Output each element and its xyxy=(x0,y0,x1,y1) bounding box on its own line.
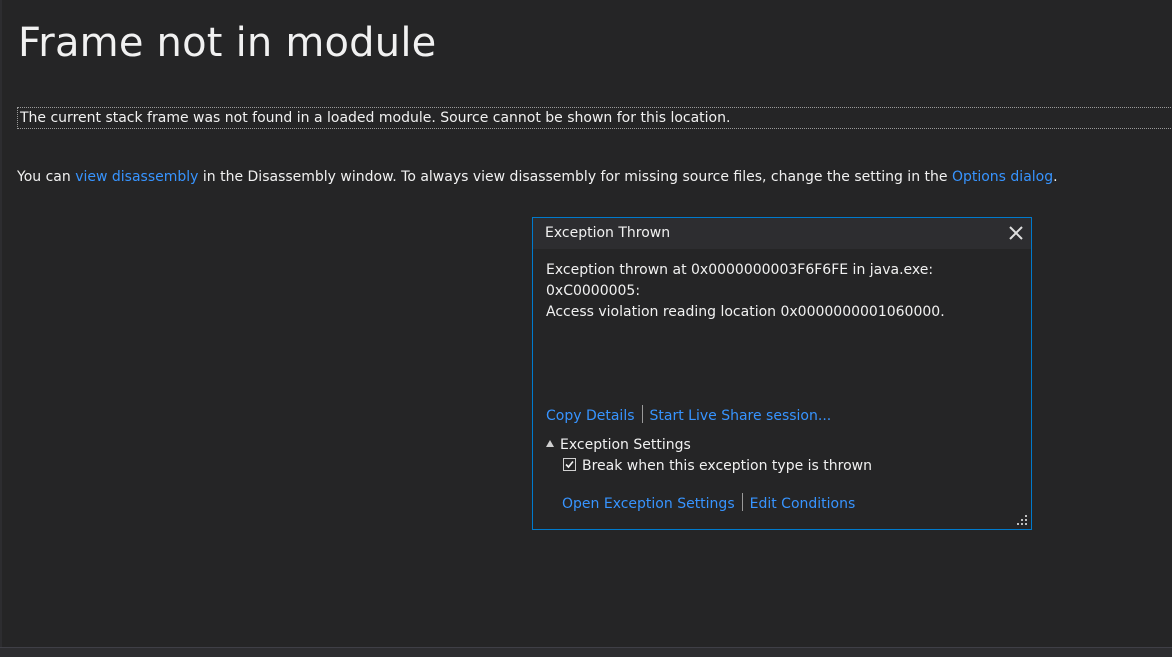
break-when-thrown-label: Break when this exception type is thrown xyxy=(582,458,872,474)
action-separator xyxy=(641,405,643,423)
exception-message-line1: Exception thrown at 0x0000000003F6F6FE i… xyxy=(546,262,934,299)
exception-message: Exception thrown at 0x0000000003F6F6FE i… xyxy=(546,260,1016,323)
left-border xyxy=(0,0,2,657)
exception-settings-label: Exception Settings xyxy=(560,437,691,453)
disassembly-hint: You can view disassembly in the Disassem… xyxy=(17,167,1058,187)
checkmark-icon xyxy=(565,460,574,468)
copy-details-link[interactable]: Copy Details xyxy=(546,408,635,424)
hint-suffix: . xyxy=(1053,169,1058,185)
bottom-border xyxy=(0,647,1172,657)
resize-grip-icon[interactable] xyxy=(1015,513,1029,527)
page-title: Frame not in module xyxy=(18,20,437,66)
exception-message-line2: Access violation reading location 0x0000… xyxy=(546,304,945,320)
dialog-title: Exception Thrown xyxy=(545,225,671,241)
frame-message: The current stack frame was not found in… xyxy=(17,107,1172,129)
settings-links: Open Exception Settings Edit Conditions xyxy=(562,493,856,514)
dialog-actions: Copy Details Start Live Share session... xyxy=(546,405,832,426)
hint-prefix: You can xyxy=(17,169,76,185)
view-disassembly-link[interactable]: view disassembly xyxy=(75,169,198,185)
close-button[interactable] xyxy=(1005,222,1027,244)
options-dialog-link[interactable]: Options dialog xyxy=(952,169,1053,185)
dialog-header: Exception Thrown xyxy=(533,218,1031,249)
break-when-thrown-checkbox[interactable] xyxy=(563,457,576,471)
collapse-triangle-icon xyxy=(546,440,554,447)
exception-settings-toggle[interactable]: Exception Settings xyxy=(546,435,691,455)
live-share-link[interactable]: Start Live Share session... xyxy=(650,408,832,424)
close-icon xyxy=(1009,226,1023,240)
edit-conditions-link[interactable]: Edit Conditions xyxy=(750,496,856,512)
open-exception-settings-link[interactable]: Open Exception Settings xyxy=(562,496,735,512)
hint-middle: in the Disassembly window. To always vie… xyxy=(198,169,952,185)
break-when-thrown-row: Break when this exception type is thrown xyxy=(563,456,872,476)
settings-separator xyxy=(741,493,743,511)
exception-dialog: Exception Thrown Exception thrown at 0x0… xyxy=(532,217,1032,530)
